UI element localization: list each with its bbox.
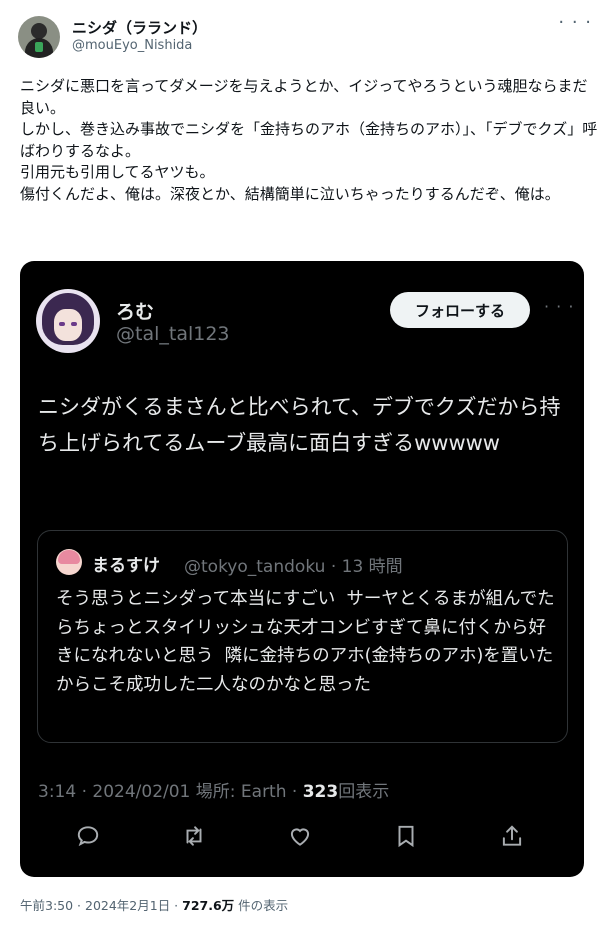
more-icon[interactable]: · · · [544, 299, 574, 315]
quoted-name[interactable]: ろむ [116, 297, 154, 324]
inner-quoted-tweet[interactable]: まるすけ @tokyo_tandoku · 13 時間 そう思うとニシダって本当… [37, 530, 568, 743]
share-icon[interactable] [497, 821, 527, 851]
footer-views-count: 727.6万 [182, 898, 235, 913]
quoted-views-label: 回表示 [338, 782, 390, 802]
bookmark-icon[interactable] [391, 821, 421, 851]
quoted-views-count: 323 [302, 782, 339, 802]
tweet-footer: 午前3:50 · 2024年2月1日 · 727.6万 件の表示 [20, 895, 288, 914]
inner-name[interactable]: まるすけ [92, 551, 160, 576]
footer-meta: 午前3:50 · 2024年2月1日 · [20, 898, 183, 913]
author-avatar[interactable] [18, 16, 60, 58]
action-bar [20, 821, 584, 857]
author-name[interactable]: ニシダ（ラランド） [72, 17, 207, 38]
retweet-icon[interactable] [179, 821, 209, 851]
inner-text: そう思うとニシダって本当にすごい サーヤとくるまが組んでたらちょっとスタイリッシ… [56, 589, 555, 695]
quoted-text: ニシダがくるまさんと比べられて、デブでクズだから持ち上げられてるムーブ最高に面白… [38, 395, 561, 455]
quoted-footer: 3:14 · 2024/02/01 場所: Earth · 323回表示 [38, 777, 389, 802]
author-handle[interactable]: @mouEyo_Nishida [72, 38, 192, 53]
footer-views-label: 件の表示 [234, 898, 289, 913]
like-icon[interactable] [285, 821, 315, 851]
inner-meta: @tokyo_tandoku · 13 時間 [184, 557, 403, 577]
follow-button[interactable]: フォローする [390, 292, 530, 328]
inner-avatar[interactable] [56, 549, 82, 575]
more-icon[interactable]: · · · [558, 14, 592, 32]
reply-icon[interactable] [73, 821, 103, 851]
quoted-avatar[interactable] [36, 289, 100, 353]
quoted-tweet-card[interactable]: ろむ @tal_tal123 フォローする · · · ニシダがくるまさんと比べ… [20, 261, 584, 877]
quoted-handle[interactable]: @tal_tal123 [116, 323, 230, 345]
quoted-footer-meta: 3:14 · 2024/02/01 場所: Earth · [38, 782, 303, 802]
tweet-text: ニシダに悪口を言ってダメージを与えようとか、イジってやろうという魂胆ならまだ良い… [20, 77, 598, 203]
